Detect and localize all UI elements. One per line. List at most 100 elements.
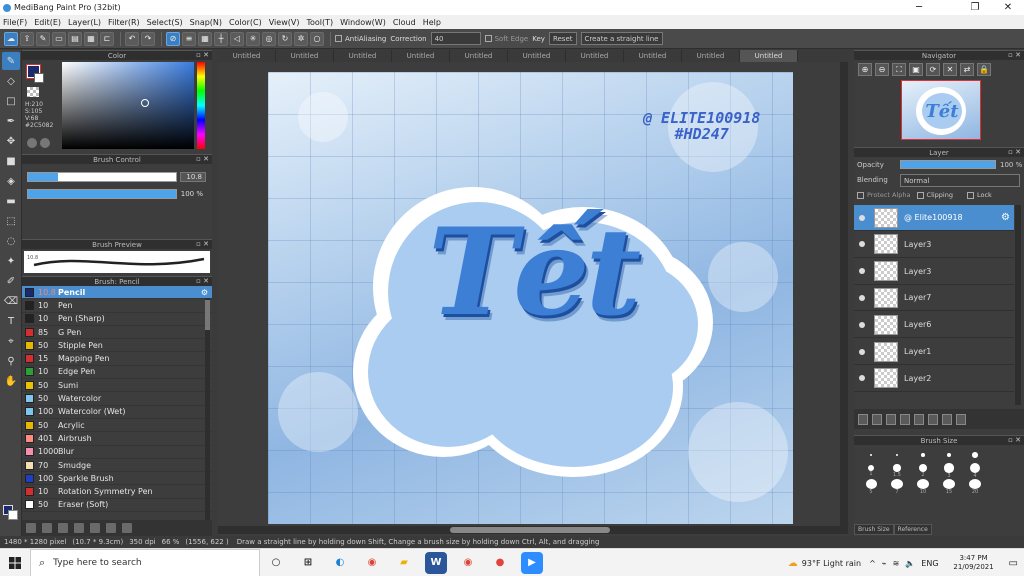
text-tool-icon[interactable]: T	[2, 312, 20, 330]
visibility-eye-icon[interactable]	[859, 241, 865, 248]
lasso-tool-icon[interactable]: ◌	[2, 232, 20, 250]
menu-layer[interactable]: Layer(L)	[68, 18, 101, 27]
fit-icon[interactable]: ⛶	[892, 63, 906, 76]
visibility-eye-icon[interactable]	[859, 321, 865, 328]
snap-grid-icon[interactable]: ▦	[198, 31, 212, 46]
clock[interactable]: 3:47 PM 21/09/2021	[945, 554, 1003, 572]
layer-row[interactable]: Layer6	[854, 312, 1014, 339]
panel-close-icon[interactable]: ▫ ✕	[1008, 436, 1021, 444]
brush-size-cell[interactable]: 4	[962, 463, 988, 479]
document-tab[interactable]: Untitled	[682, 50, 740, 62]
zoom-app-icon[interactable]: ▶	[521, 551, 543, 574]
wifi-icon[interactable]: ≋	[893, 559, 900, 568]
gradient-tool-icon[interactable]: ▬	[2, 192, 20, 210]
protect-alpha-checkbox[interactable]	[857, 191, 864, 199]
notification-icon[interactable]: ▭	[1009, 558, 1018, 569]
network-icon[interactable]: ⌁	[882, 559, 887, 568]
brush-opacity-slider[interactable]	[27, 189, 177, 199]
menu-cloud[interactable]: Cloud	[393, 18, 416, 27]
menu-help[interactable]: Help	[423, 18, 441, 27]
gear-icon[interactable]: ⚙	[201, 288, 208, 297]
zoom-out-icon[interactable]: ⊖	[875, 63, 889, 76]
document-tab[interactable]: Untitled	[392, 50, 450, 62]
snap-parallel-icon[interactable]: ≡	[182, 31, 196, 46]
chrome-profile-icon[interactable]: ◉	[457, 552, 479, 574]
weather-text[interactable]: 93°F Light rain	[802, 559, 861, 568]
snap-curve-icon[interactable]: ↻	[278, 31, 292, 46]
tray-chevron-icon[interactable]: ^	[869, 559, 876, 568]
palette-icon[interactable]	[40, 138, 50, 148]
layer-row[interactable]: Layer3	[854, 258, 1014, 285]
layer-row[interactable]: Layer3	[854, 231, 1014, 258]
word-icon[interactable]: W	[425, 551, 447, 574]
zoom-in-icon[interactable]: ⊕	[858, 63, 872, 76]
taskbar-search[interactable]: ⌕ Type here to search	[30, 548, 260, 576]
panel-close-icon[interactable]: ▫ ✕	[196, 240, 209, 248]
color-wheel-icon[interactable]	[27, 138, 37, 148]
brush-item[interactable]: 1000 Blur	[22, 445, 212, 459]
menu-view[interactable]: View(V)	[269, 18, 300, 27]
brush-size-cell[interactable]	[884, 447, 910, 463]
brush-item[interactable]: 100 Watercolor (Wet)	[22, 405, 212, 419]
panel-close-icon[interactable]: ▫ ✕	[196, 277, 209, 285]
brush-item[interactable]: 100 Sparkle Brush	[22, 472, 212, 486]
volume-icon[interactable]: 🔈	[905, 559, 915, 568]
brush-menu-icon[interactable]	[58, 523, 68, 533]
color-picker-handle[interactable]	[141, 99, 149, 107]
chrome-icon[interactable]: ◉	[361, 552, 383, 574]
panel-close-icon[interactable]: ▫ ✕	[196, 51, 209, 59]
menu-color[interactable]: Color(C)	[229, 18, 262, 27]
brush-item[interactable]: 50 Eraser (Soft)	[22, 498, 212, 513]
magic-wand-icon[interactable]: ✦	[2, 252, 20, 270]
brush-item[interactable]: 15 Mapping Pen	[22, 352, 212, 366]
secondary-color-swatch[interactable]	[8, 510, 18, 520]
shape-tool-icon[interactable]: ■	[2, 152, 20, 170]
start-button[interactable]	[0, 549, 30, 576]
select-tool-icon[interactable]: ⬚	[2, 212, 20, 230]
background-color[interactable]	[34, 73, 44, 83]
layer-row[interactable]: Layer1	[854, 339, 1014, 365]
hue-slider[interactable]	[197, 62, 205, 149]
document-tab[interactable]: Untitled	[508, 50, 566, 62]
brush-size-cell[interactable]	[910, 447, 936, 463]
brush-item[interactable]: 50 Stipple Pen	[22, 339, 212, 353]
brush-duplicate-icon[interactable]	[106, 523, 116, 533]
maximize-button[interactable]: ❐	[960, 0, 990, 15]
brush-size-cell[interactable]	[858, 447, 884, 463]
pen-tool-icon[interactable]: ✒	[2, 112, 20, 130]
redo-icon[interactable]: ↷	[141, 31, 155, 46]
new-brush-icon[interactable]	[42, 523, 52, 533]
lock-checkbox[interactable]	[967, 191, 974, 199]
scroll-thumb[interactable]	[450, 527, 610, 533]
brush-item[interactable]: 85 G Pen	[22, 325, 212, 340]
visibility-eye-icon[interactable]	[859, 268, 865, 275]
new-halftone-layer-icon[interactable]	[872, 413, 882, 425]
crop-icon[interactable]: ⊏	[100, 31, 114, 46]
saturation-value-picker[interactable]	[62, 62, 194, 149]
canvas-vertical-scrollbar[interactable]	[840, 62, 848, 526]
brush-size-cell[interactable]: 1.5	[884, 463, 910, 479]
move-tool-icon[interactable]: ✥	[2, 132, 20, 150]
antialiasing-checkbox[interactable]	[335, 35, 342, 42]
brush-item[interactable]: 50 Sumi	[22, 379, 212, 393]
dropper-tool-icon[interactable]: ⚲	[2, 352, 20, 370]
layer-row[interactable]: @ Elite100918 ⚙	[854, 205, 1014, 231]
transparent-color[interactable]	[27, 87, 39, 97]
tab-reference[interactable]: Reference	[893, 524, 932, 535]
visibility-eye-icon[interactable]	[859, 214, 865, 221]
menu-filter[interactable]: Filter(R)	[108, 18, 140, 27]
menu-window[interactable]: Window(W)	[340, 18, 386, 27]
brush-size-cell[interactable]: 3	[936, 463, 962, 479]
layer-row[interactable]: Layer2	[854, 365, 1014, 392]
brush-size-cell[interactable]: 15	[936, 479, 962, 495]
brush-list-scrollbar[interactable]	[205, 298, 210, 523]
brush-folder-icon[interactable]	[90, 523, 100, 533]
layer-opacity-slider[interactable]	[900, 160, 996, 169]
brush-size-cell[interactable]: 2	[910, 463, 936, 479]
menu-file[interactable]: File(F)	[3, 18, 27, 27]
menu-edit[interactable]: Edit(E)	[34, 18, 61, 27]
brush-item[interactable]: 401 Airbrush	[22, 432, 212, 446]
layer-folder-icon[interactable]	[914, 413, 924, 425]
soft-edge-checkbox[interactable]	[484, 35, 492, 42]
brush-size-cell[interactable]: 1	[858, 463, 884, 479]
